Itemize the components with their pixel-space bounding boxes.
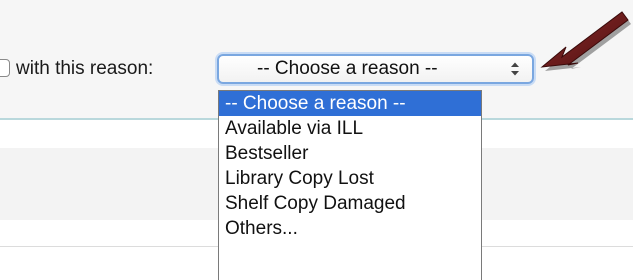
dropdown-option-choose[interactable]: -- Choose a reason -- <box>219 91 481 116</box>
reason-select[interactable]: -- Choose a reason -- <box>217 54 534 84</box>
dropdown-option-shelf-copy-damaged[interactable]: Shelf Copy Damaged <box>219 191 481 216</box>
dropdown-option-bestseller[interactable]: Bestseller <box>219 141 481 166</box>
reason-label: with this reason: <box>16 58 154 79</box>
annotation-arrow-icon <box>540 11 631 71</box>
dropdown-option-library-copy-lost[interactable]: Library Copy Lost <box>219 166 481 191</box>
select-updown-icon <box>511 62 519 76</box>
dropdown-option-others[interactable]: Others... <box>219 216 481 241</box>
dropdown-option-available-via-ill[interactable]: Available via ILL <box>219 116 481 141</box>
radio-button[interactable] <box>0 59 10 77</box>
reason-select-value: -- Choose a reason -- <box>257 58 438 79</box>
reason-dropdown-list: -- Choose a reason -- Available via ILL … <box>218 90 482 280</box>
